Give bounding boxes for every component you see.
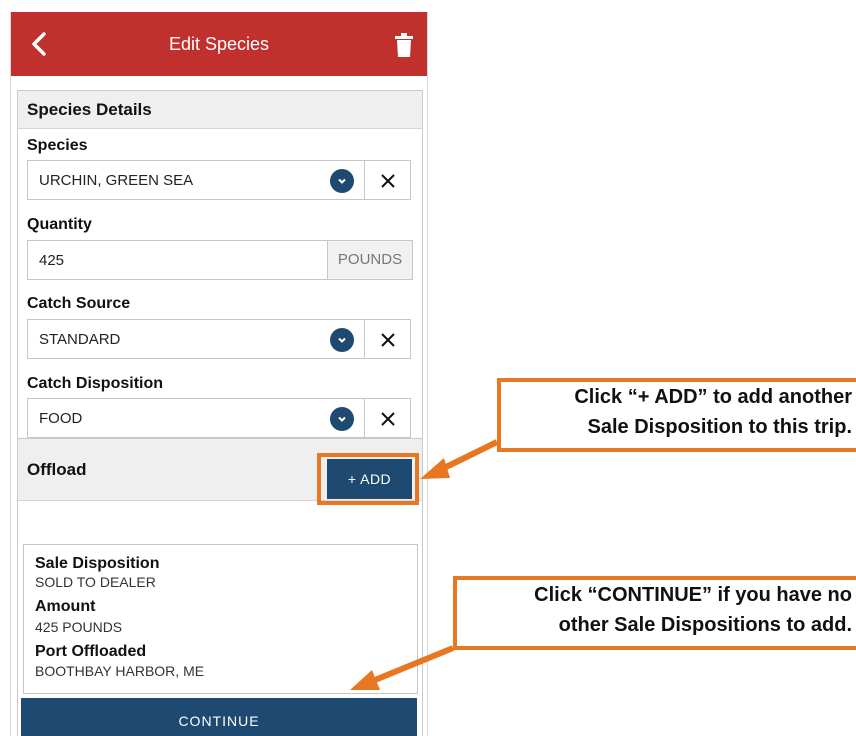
continue-arrowhead — [350, 670, 380, 690]
add-arrowhead — [420, 458, 450, 479]
add-arrow — [438, 439, 499, 473]
continue-arrow — [373, 645, 455, 683]
annotation-arrows — [350, 439, 499, 690]
